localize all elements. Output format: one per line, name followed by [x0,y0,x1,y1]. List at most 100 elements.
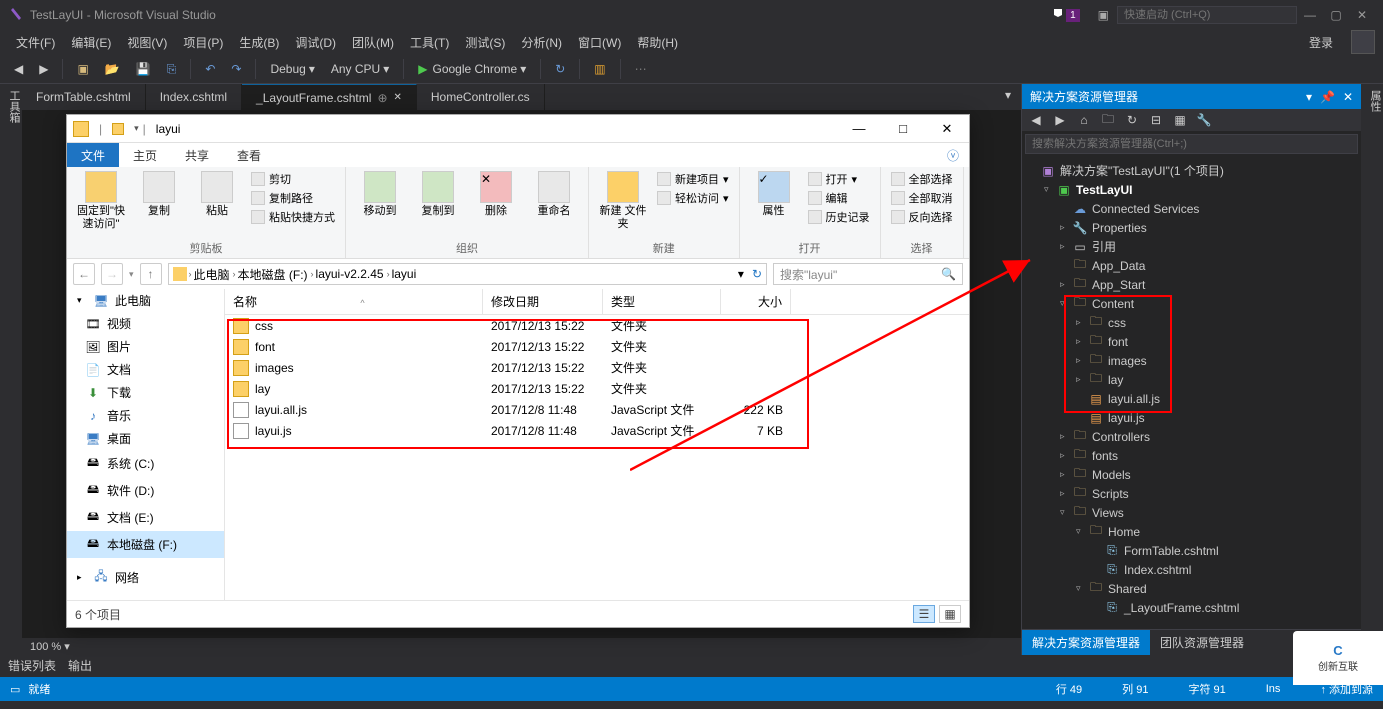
panel-close-icon[interactable]: ✕ [1343,90,1353,104]
nav-downloads[interactable]: ⬇下载 [67,381,224,404]
nav-drive-d[interactable]: 🖴软件 (D:) [67,477,224,504]
undo-icon[interactable]: ↶ [199,60,221,78]
col-type[interactable]: 类型 [603,289,721,314]
paste-button[interactable]: 粘贴 [193,171,241,218]
nav-documents[interactable]: 📄文档 [67,358,224,381]
move-to-button[interactable]: 移动到 [356,171,404,218]
minimize-button[interactable]: — [1303,8,1317,22]
feedback-icon[interactable]: ▣ [1098,8,1109,22]
panel-options-icon[interactable]: ▾ [1306,90,1312,104]
menu-project[interactable]: 项目(P) [175,30,231,55]
close-tab-icon[interactable]: ✕ [394,92,402,103]
cut-button[interactable]: 剪切 [251,171,335,187]
menu-file[interactable]: 文件(F) [8,30,63,55]
redo-icon[interactable]: ↷ [225,60,247,78]
references-node[interactable]: ▹▭引用 [1022,237,1361,256]
index-file-node[interactable]: ⎘Index.cshtml [1022,560,1361,579]
output-tab[interactable]: 输出 [68,657,92,675]
select-none-button[interactable]: 全部取消 [891,190,953,206]
explorer-search-input[interactable]: 搜索"layui" 🔍 [773,263,963,285]
project-node[interactable]: ▿▣TestLayUI [1022,180,1361,199]
menu-debug[interactable]: 调试(D) [287,30,344,55]
explorer-maximize-button[interactable]: □ [881,115,925,143]
connected-services-node[interactable]: ☁Connected Services [1022,199,1361,218]
footer-solution-tab[interactable]: 解决方案资源管理器 [1022,630,1150,655]
tab-formtable[interactable]: FormTable.cshtml [22,84,146,110]
address-refresh-icon[interactable]: ↻ [752,267,762,281]
nav-drive-f[interactable]: 🖴本地磁盘 (F:) [67,531,224,558]
navigate-fwd-icon[interactable]: ▶ [33,60,54,78]
avatar-icon[interactable] [1351,30,1375,54]
zoom-indicator[interactable]: 100 % ▾ [22,638,1021,655]
file-row[interactable]: font 2017/12/13 15:22 文件夹 [225,336,969,357]
col-size[interactable]: 大小 [721,289,791,314]
paste-shortcut-button[interactable]: 粘贴快捷方式 [251,209,335,225]
menu-tools[interactable]: 工具(T) [402,30,457,55]
view-icons-button[interactable]: ▦ [939,605,961,623]
close-button[interactable]: ✕ [1355,8,1369,22]
delete-button[interactable]: ✕删除 [472,171,520,218]
notification-flag[interactable]: 1 [1052,8,1090,22]
ribbon-tab-home[interactable]: 主页 [119,143,171,167]
crumb-layuiver[interactable]: layui-v2.2.45› [316,267,390,281]
copy-button[interactable]: 复制 [135,171,183,218]
ribbon-collapse-icon[interactable]: ⓥ [937,143,969,167]
appdata-node[interactable]: 🗀App_Data [1022,256,1361,275]
crumb-layui[interactable]: layui [392,267,417,281]
browser-link-icon[interactable]: ↻ [549,60,571,78]
nav-fwd-button[interactable]: → [101,263,123,285]
nav-videos[interactable]: 🎞视频 [67,312,224,335]
nav-music[interactable]: ♪音乐 [67,404,224,427]
nav-up-button[interactable]: ↑ [140,263,162,285]
file-row[interactable]: css 2017/12/13 15:22 文件夹 [225,315,969,336]
file-row[interactable]: lay 2017/12/13 15:22 文件夹 [225,378,969,399]
models-node[interactable]: ▹🗀Models [1022,465,1361,484]
pin-quick-access-button[interactable]: 固定到"快 速访问" [77,171,125,231]
home-icon[interactable]: ⌂ [1076,112,1092,128]
tab-index[interactable]: Index.cshtml [146,84,242,110]
fonts-node[interactable]: ▹🗀fonts [1022,446,1361,465]
new-item-button[interactable]: 新建项目 ▾ [657,171,729,187]
properties-icon[interactable]: 🔧 [1196,112,1212,128]
login-link[interactable]: 登录 [1301,30,1341,55]
recent-locations-icon[interactable]: ▾ [129,269,134,280]
nav-back-button[interactable]: ← [73,263,95,285]
address-breadcrumb[interactable]: › 此电脑› 本地磁盘 (F:)› layui-v2.2.45› layui ▾… [168,263,767,285]
ribbon-tab-view[interactable]: 查看 [223,143,275,167]
crumb-thispc[interactable]: 此电脑› [194,266,236,283]
appstart-node[interactable]: ▹🗀App_Start [1022,275,1361,294]
nav-pictures[interactable]: 🖼图片 [67,335,224,358]
formtable-file-node[interactable]: ⎘FormTable.cshtml [1022,541,1361,560]
qat-dropdown-icon[interactable]: ▾ [134,123,139,134]
layui-all-js-node[interactable]: ▤layui.all.js [1022,389,1361,408]
open-file-icon[interactable]: 📂 [99,60,126,78]
home-node[interactable]: ▿🗀Home [1022,522,1361,541]
file-row[interactable]: layui.js 2017/12/8 11:48 JavaScript 文件 7… [225,420,969,441]
menu-help[interactable]: 帮助(H) [629,30,686,55]
search-icon[interactable]: 🔍 [941,267,956,281]
solution-root[interactable]: ▣解决方案"TestLayUI"(1 个项目) [1022,161,1361,180]
nav-network[interactable]: ▸🖧网络 [67,564,224,591]
start-debug-button[interactable]: ▶Google Chrome▾ [412,60,532,78]
menu-analyze[interactable]: 分析(N) [513,30,570,55]
shared-node[interactable]: ▿🗀Shared [1022,579,1361,598]
edit-button[interactable]: 编辑 [808,190,870,206]
col-date[interactable]: 修改日期 [483,289,603,314]
explorer-titlebar[interactable]: | ▾ | layui — □ ✕ [67,115,969,143]
content-node[interactable]: ▿🗀Content [1022,294,1361,313]
menu-window[interactable]: 窗口(W) [570,30,629,55]
nav-desktop[interactable]: 🖥桌面 [67,427,224,450]
nav-drive-e[interactable]: 🖴文档 (E:) [67,504,224,531]
toolbox-panel-label[interactable]: 工具箱 [0,84,22,655]
properties-node[interactable]: ▹🔧Properties [1022,218,1361,237]
copy-path-button[interactable]: 复制路径 [251,190,335,206]
ribbon-tab-share[interactable]: 共享 [171,143,223,167]
views-node[interactable]: ▿🗀Views [1022,503,1361,522]
error-list-tab[interactable]: 错误列表 [8,657,56,675]
file-row[interactable]: images 2017/12/13 15:22 文件夹 [225,357,969,378]
nav-this-pc[interactable]: ▾🖥此电脑 [67,289,224,312]
font-node[interactable]: ▹🗀font [1022,332,1361,351]
copy-to-button[interactable]: 复制到 [414,171,462,218]
save-icon[interactable]: 💾 [130,60,157,78]
layoutframe-file-node[interactable]: ⎘_LayoutFrame.cshtml [1022,598,1361,617]
